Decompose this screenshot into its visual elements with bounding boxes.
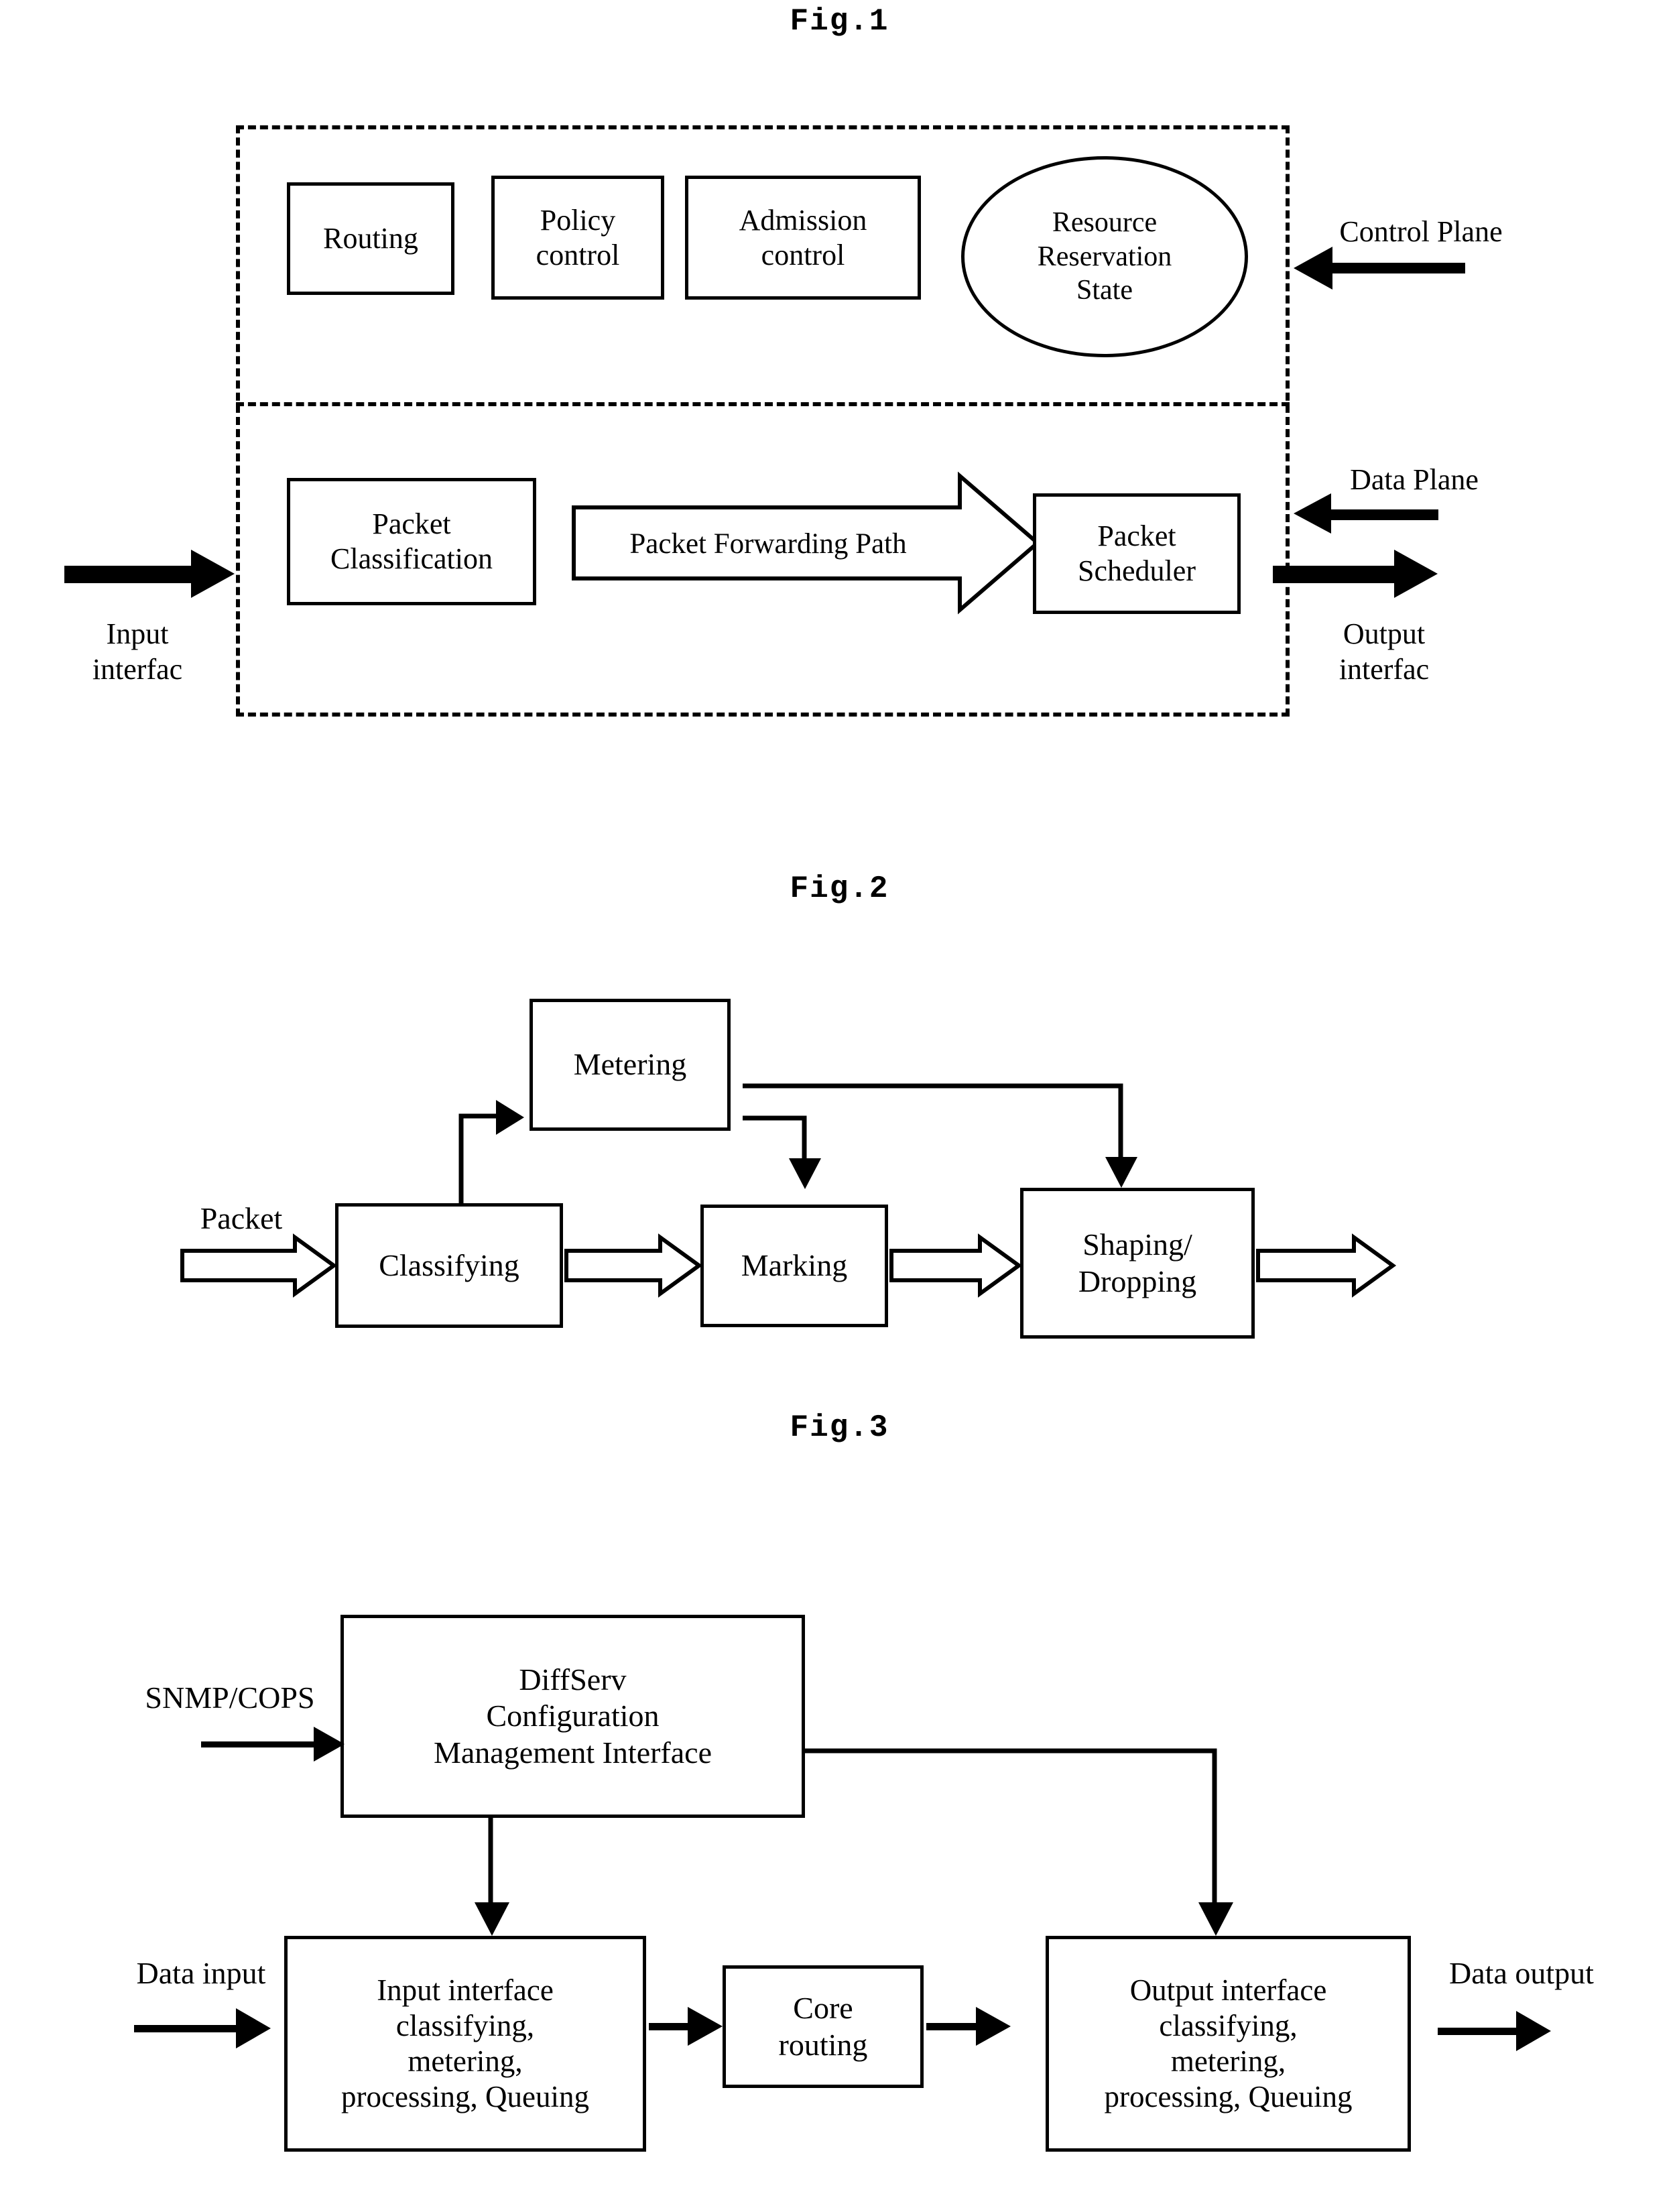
figure-3-data-input-arrow-shaft	[134, 2025, 241, 2032]
figure-3-connectors	[488, 1748, 1217, 1907]
figure-3-input-to-core-arrow-head-icon	[688, 2007, 723, 2046]
figure-3-arrowhead-to-input-interface-icon	[475, 1902, 509, 1936]
figure-3-block-input-interface: Input interface classifying, metering, p…	[284, 1936, 646, 2152]
figure-3-block-input-interface-label: Input interface classifying, metering, p…	[341, 1973, 589, 2114]
figure-3-core-to-output-shaft	[926, 2023, 979, 2030]
figure-3-data-input-arrow-head-icon	[236, 2008, 271, 2048]
patent-figure-sheet: Fig.1 Routing Policy control Admission c…	[0, 0, 1679, 2212]
figure-3-arrowhead-to-output-interface-icon	[1198, 1902, 1233, 1936]
figure-3-block-core-routing: Core routing	[723, 1965, 924, 2088]
figure-3-core-to-output-arrow-head-icon	[976, 2007, 1011, 2046]
figure-3-data-output-arrow-head-icon	[1516, 2011, 1551, 2051]
figure-3-block-core-routing-label: Core routing	[778, 1991, 868, 2062]
figure-3-input-to-core-shaft	[649, 2023, 692, 2030]
figure-3-data-output-arrow-shaft	[1438, 2028, 1525, 2035]
figure-3-data-input-label: Data input	[136, 1956, 266, 1990]
figure-3-data-output-label: Data output	[1449, 1956, 1594, 1990]
figure-3-block-output-interface-label: Output interface classifying, metering, …	[1104, 1973, 1353, 2114]
figure-3-block-output-interface: Output interface classifying, metering, …	[1046, 1936, 1411, 2152]
